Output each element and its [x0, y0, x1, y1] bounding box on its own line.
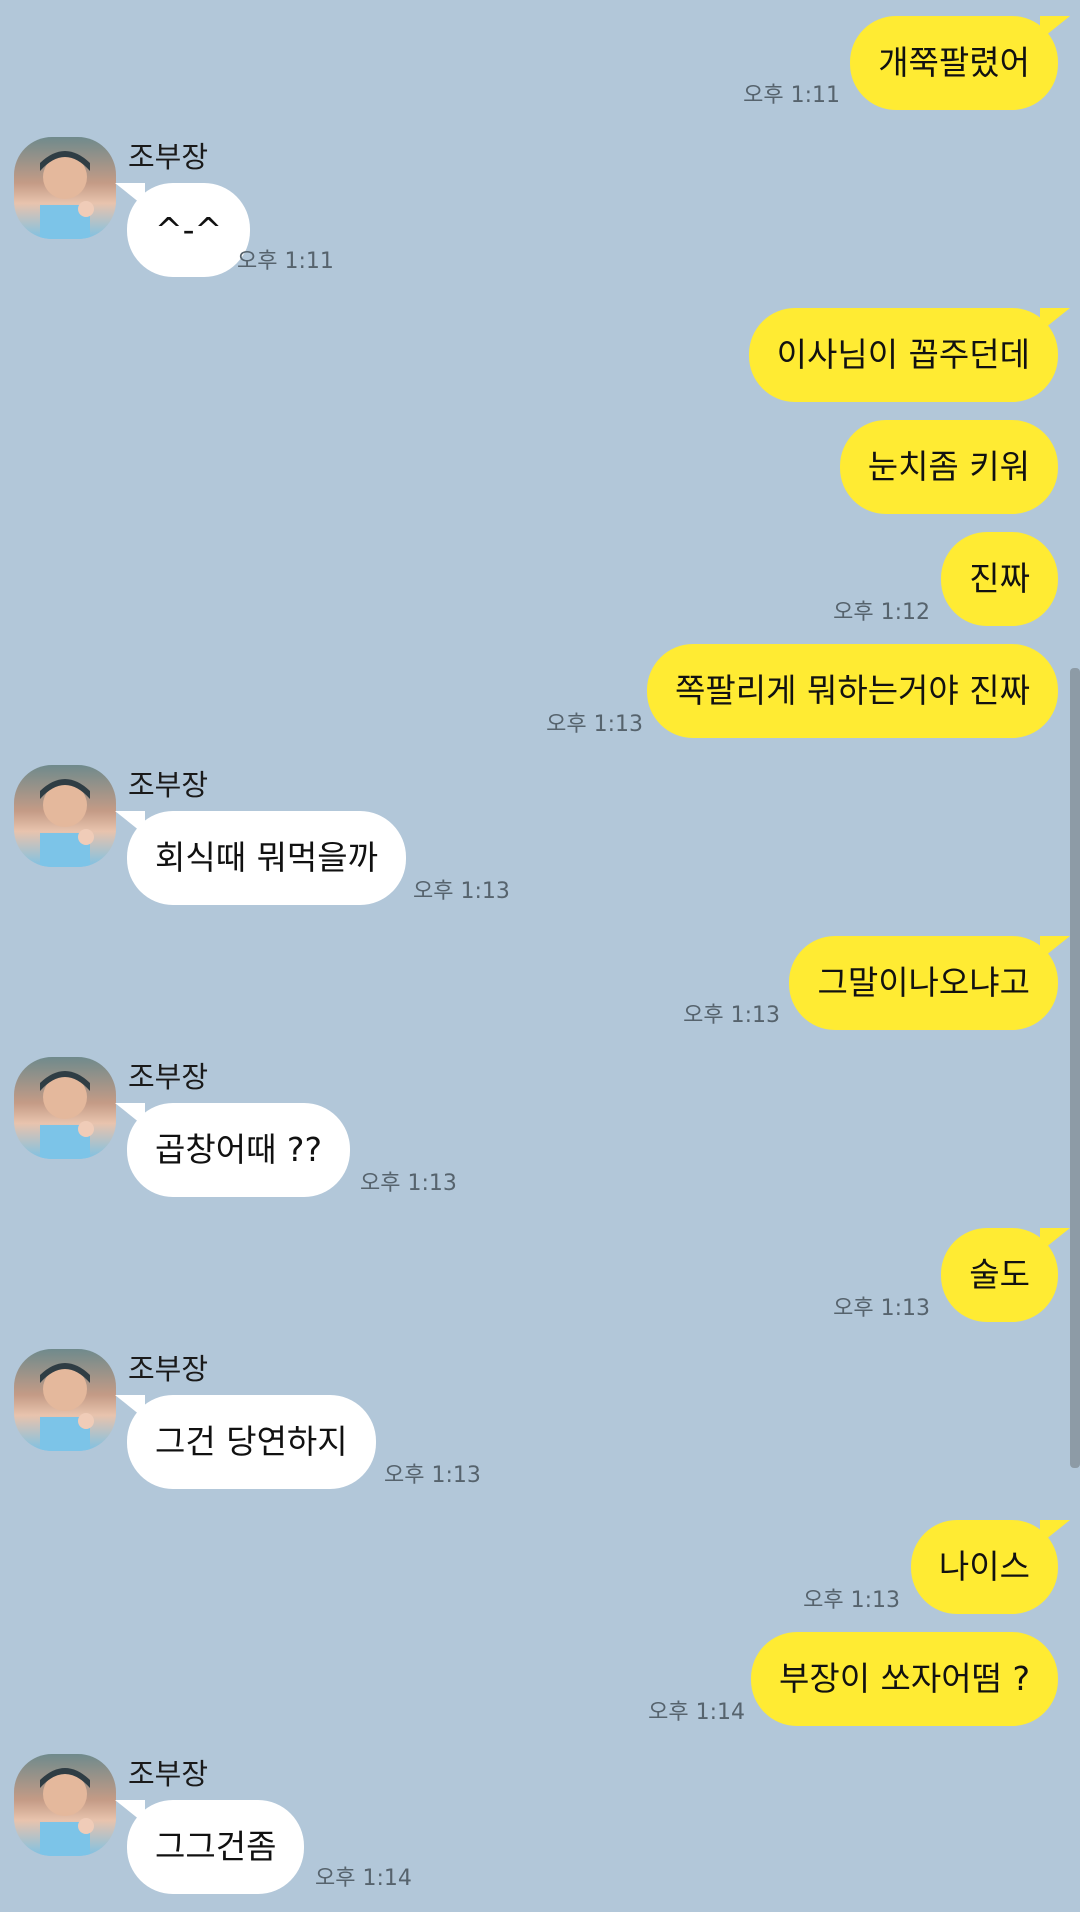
avatar[interactable] [14, 1349, 116, 1451]
profile-photo-icon [40, 151, 94, 239]
message-timestamp: 오후 1:13 [413, 879, 510, 904]
profile-photo-icon [40, 1768, 94, 1856]
message-timestamp: 오후 1:13 [384, 1463, 481, 1488]
my-message-bubble[interactable]: 개쭉팔렸어 [850, 16, 1070, 110]
avatar[interactable] [14, 137, 116, 239]
message-timestamp: 오후 1:13 [546, 712, 643, 737]
my-message-bubble[interactable]: 쪽팔리게 뭐하는거야 진짜 [647, 644, 1058, 738]
message-timestamp: 오후 1:13 [360, 1171, 457, 1196]
my-message-bubble[interactable]: 이사님이 꼽주던데 [748, 308, 1071, 402]
my-message-bubble[interactable]: 부장이 쏘자어떰 ? [750, 1632, 1058, 1726]
their-message-bubble[interactable]: ^-^ [114, 183, 251, 277]
message-timestamp: 오후 1:14 [648, 1700, 745, 1725]
avatar[interactable] [14, 765, 116, 867]
sender-name: 조부장 [128, 1352, 209, 1386]
profile-photo-icon [40, 1363, 94, 1451]
my-message-bubble[interactable]: 진짜 [941, 532, 1058, 626]
their-message-bubble[interactable]: 회식때 뭐먹을까 [114, 811, 407, 905]
message-timestamp: 오후 1:11 [237, 249, 334, 274]
message-timestamp: 오후 1:12 [833, 600, 930, 625]
their-message-bubble[interactable]: 그그건좀 [114, 1800, 305, 1894]
avatar[interactable] [14, 1754, 116, 1856]
my-message-bubble[interactable]: 나이스 [910, 1520, 1071, 1614]
sender-name: 조부장 [128, 1757, 209, 1791]
sender-name: 조부장 [128, 1060, 209, 1094]
message-timestamp: 오후 1:13 [833, 1296, 930, 1321]
message-timestamp: 오후 1:11 [743, 83, 840, 108]
my-message-bubble[interactable]: 그말이나오냐고 [789, 936, 1070, 1030]
chat-room: 개쭉팔렸어 오후 1:11 조부장 ^-^ 오후 1:11 이사님이 꼽주던데 … [0, 0, 1080, 1912]
my-message-bubble[interactable]: 눈치좀 키워 [839, 420, 1058, 514]
profile-photo-icon [40, 1071, 94, 1159]
sender-name: 조부장 [128, 140, 209, 174]
their-message-bubble[interactable]: 그건 당연하지 [115, 1395, 376, 1489]
message-timestamp: 오후 1:13 [683, 1003, 780, 1028]
avatar[interactable] [14, 1057, 116, 1159]
sender-name: 조부장 [128, 768, 209, 802]
their-message-bubble[interactable]: 곱창어때 ?? [115, 1103, 350, 1197]
message-timestamp: 오후 1:13 [803, 1588, 900, 1613]
my-message-bubble[interactable]: 술도 [941, 1228, 1070, 1322]
scrollbar[interactable] [1070, 668, 1080, 1468]
message-timestamp: 오후 1:14 [315, 1866, 412, 1891]
profile-photo-icon [40, 779, 94, 867]
